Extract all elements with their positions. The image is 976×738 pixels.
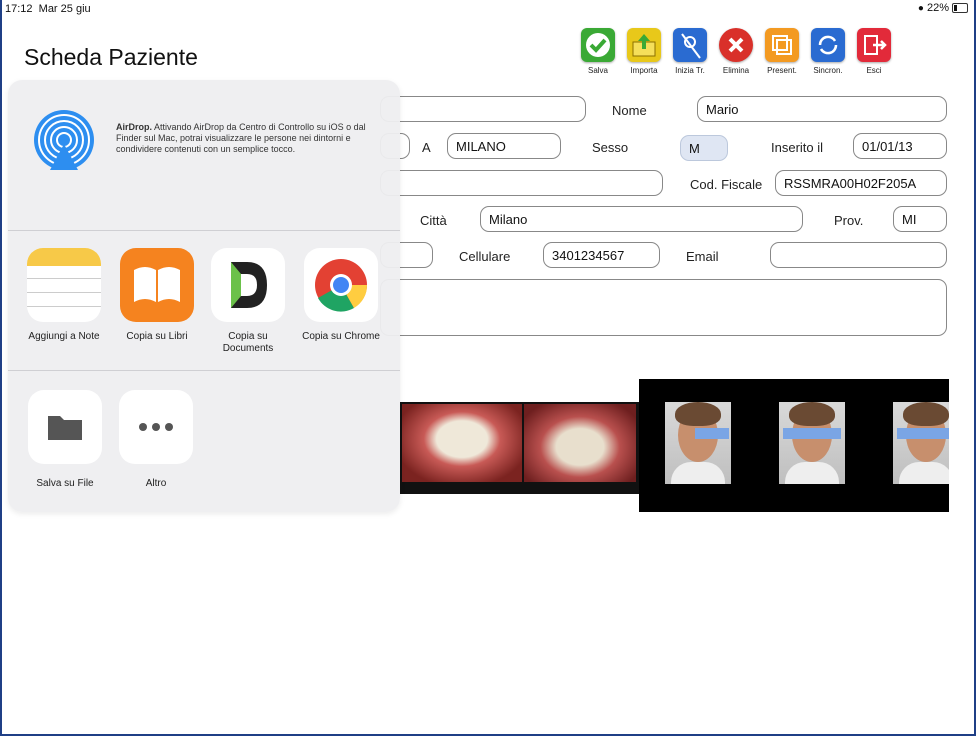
save-to-files-label: Salva su File (36, 478, 94, 489)
birthplace-field[interactable]: MILANO (447, 133, 561, 159)
import-button[interactable]: Importa (621, 28, 667, 75)
nome-field[interactable]: Mario (697, 96, 947, 122)
inserito-label: Inserito il (771, 140, 824, 155)
citta-label: Città (420, 213, 447, 228)
present-button[interactable]: Present. (759, 28, 805, 75)
share-app-notes[interactable]: Aggiungi a Note (20, 248, 108, 343)
share-divider-bottom (8, 370, 400, 371)
delete-button[interactable]: Elimina (713, 28, 759, 75)
start-treatment-label: Inizia Tr. (675, 66, 705, 75)
prov-label: Prov. (834, 213, 864, 228)
airdrop-text: Attivando AirDrop da Centro di Controllo… (116, 122, 366, 154)
present-label: Present. (767, 66, 797, 75)
cognome-field[interactable] (380, 96, 586, 122)
cellulare-field[interactable]: 3401234567 (543, 242, 660, 268)
documents-icon (211, 248, 285, 322)
share-app-notes-label: Aggiungi a Note (28, 331, 100, 342)
save-label: Salva (587, 66, 608, 75)
inserito-field[interactable]: 01/01/13 (853, 133, 947, 159)
delete-x-icon (719, 28, 753, 62)
face-photo-profile[interactable] (665, 402, 731, 484)
face-photo-frontal[interactable] (779, 402, 845, 484)
more-icon (119, 390, 193, 464)
books-icon (120, 248, 194, 322)
sync-icon (811, 28, 845, 62)
sesso-label: Sesso (592, 140, 629, 155)
start-treatment-icon (673, 28, 707, 62)
save-to-files-button[interactable]: Salva su File (25, 390, 105, 489)
intraoral-photo-occlusal[interactable] (524, 404, 636, 482)
a-label: A (422, 140, 431, 155)
share-app-documents-label: Copia su Documents (222, 331, 274, 354)
share-sheet: AirDrop. Attivando AirDrop da Centro di … (8, 80, 400, 512)
status-time: 17:12 Mar 25 giu (5, 3, 91, 15)
more-button[interactable]: Altro (116, 390, 196, 489)
cellulare-label: Cellulare (459, 249, 511, 264)
toolbar: Salva Importa Inizia Tr. Elimina Present… (575, 28, 897, 75)
address-field[interactable] (380, 170, 663, 196)
import-label: Importa (630, 66, 658, 75)
status-right: ● 22% (918, 2, 968, 14)
email-field[interactable] (770, 242, 947, 268)
folder-icon (28, 390, 102, 464)
start-treatment-button[interactable]: Inizia Tr. (667, 28, 713, 75)
email-label: Email (686, 249, 719, 264)
airdrop-section[interactable]: AirDrop. Attivando AirDrop da Centro di … (8, 80, 400, 228)
import-folder-icon (627, 28, 661, 62)
sync-label: Sincron. (813, 66, 843, 75)
share-app-chrome-label: Copia su Chrome (302, 331, 380, 342)
delete-label: Elimina (722, 66, 750, 75)
exit-icon (857, 28, 891, 62)
codfiscale-field[interactable]: RSSMRA00H02F205A (775, 170, 947, 196)
battery-percent: 22% (926, 2, 949, 14)
exit-label: Esci (866, 66, 882, 75)
page-title: Scheda Paziente (24, 44, 198, 70)
share-app-chrome[interactable]: Copia su Chrome (297, 248, 385, 343)
sync-button[interactable]: Sincron. (805, 28, 851, 75)
time-text: 17:12 (5, 3, 33, 15)
airdrop-title: AirDrop. (116, 122, 152, 132)
wifi-icon: ● (917, 2, 924, 14)
intraoral-photo-frontal[interactable] (402, 404, 522, 482)
checkmark-icon (581, 28, 615, 62)
airdrop-description: AirDrop. Attivando AirDrop da Centro di … (116, 122, 392, 155)
chrome-icon (304, 248, 378, 322)
codfiscale-label: Cod. Fiscale (690, 177, 763, 192)
exit-button[interactable]: Esci (851, 28, 897, 75)
date-text: Mar 25 giu (38, 3, 91, 15)
share-app-documents[interactable]: Copia su Documents (204, 248, 292, 355)
prov-field[interactable]: MI (893, 206, 947, 232)
airdrop-icon (32, 108, 96, 172)
more-label: Altro (145, 478, 167, 489)
sesso-field[interactable]: M (680, 135, 728, 161)
share-app-books-label: Copia su Libri (126, 331, 188, 342)
notes-icon (27, 248, 101, 322)
battery-icon (952, 3, 968, 13)
share-divider-top (8, 230, 400, 231)
face-photo-smile[interactable] (893, 402, 949, 484)
share-app-books[interactable]: Copia su Libri (113, 248, 201, 343)
save-button[interactable]: Salva (575, 28, 621, 75)
present-icon (765, 28, 799, 62)
notes-field[interactable] (380, 279, 947, 336)
citta-field[interactable]: Milano (480, 206, 803, 232)
nome-label: Nome (612, 103, 647, 118)
status-bar: 17:12 Mar 25 giu ● 22% (0, 0, 976, 18)
